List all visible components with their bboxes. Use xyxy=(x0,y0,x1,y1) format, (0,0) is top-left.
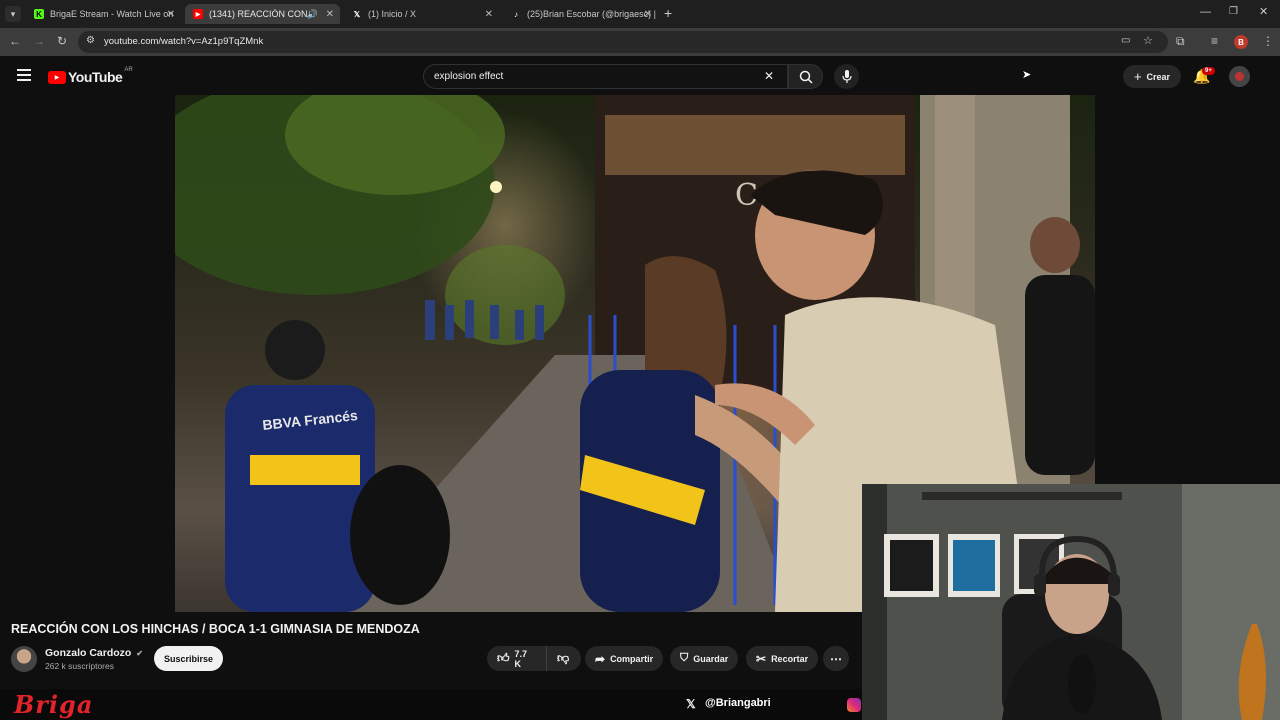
site-info-icon[interactable]: ⚙ xyxy=(86,35,95,46)
url-text: youtube.com/watch?v=Az1p9TqZMnk xyxy=(104,36,264,47)
youtube-logo[interactable]: ▶ YouTube AR xyxy=(48,67,133,85)
clip-label: Recortar xyxy=(771,653,809,664)
streamer-brand-logo: Briga xyxy=(14,690,94,719)
bookmark-icon: ⛉ xyxy=(680,652,689,664)
scissors-icon: ✂ xyxy=(756,651,767,666)
more-icon: ⋯ xyxy=(830,651,842,666)
channel-name-text: Gonzalo Cardozo xyxy=(45,647,132,659)
address-bar[interactable]: ⚙ youtube.com/watch?v=Az1p9TqZMnk ▭ ☆ xyxy=(78,31,1168,53)
thumbs-up-icon: 👍︎ xyxy=(497,651,510,665)
streamer-handle: @Briangabri xyxy=(705,697,771,709)
tiktok-icon: ♪ xyxy=(514,9,518,19)
back-icon[interactable]: ← xyxy=(9,34,21,48)
subscriber-count: 262 k suscriptores xyxy=(45,661,114,671)
create-label: Crear xyxy=(1146,71,1171,82)
close-icon[interactable]: ✕ xyxy=(644,9,652,20)
browser-toolbar: ← → ↻ ⚙ youtube.com/watch?v=Az1p9TqZMnk … xyxy=(0,28,1280,56)
search-query: explosion effect xyxy=(434,71,504,82)
tab-x[interactable]: 𝕏 (1) Inicio / X ✕ xyxy=(344,4,499,24)
account-avatar[interactable] xyxy=(1229,66,1250,87)
save-button[interactable]: ⛉ Guardar xyxy=(670,646,739,671)
tab-title: BrigaE Stream - Watch Live on xyxy=(50,9,174,19)
tab-title: (25)Brian Escobar (@brigaesc) | xyxy=(527,9,657,19)
share-label: Compartir xyxy=(610,653,654,664)
speaker-icon[interactable]: 🔊 xyxy=(307,9,318,20)
subscribe-button[interactable]: Suscribirse xyxy=(154,646,223,671)
kick-icon: K xyxy=(34,9,44,19)
share-icon: ➦ xyxy=(595,651,606,666)
tab-search-button[interactable]: ▾ xyxy=(5,6,21,22)
profile-avatar[interactable]: B xyxy=(1234,35,1248,49)
streamer-webcam xyxy=(862,484,1280,720)
x-icon: 𝕏 xyxy=(353,9,361,19)
search-input[interactable]: explosion effect ✕ xyxy=(423,64,788,89)
extensions-icon[interactable]: ⧉ xyxy=(1176,34,1185,49)
browser-menu-icon[interactable]: ⋮ xyxy=(1262,34,1274,48)
forward-icon[interactable]: → xyxy=(33,34,45,48)
channel-name[interactable]: Gonzalo Cardozo ✔ xyxy=(45,647,143,659)
webcam-illustration xyxy=(862,484,1280,720)
notifications-badge: 9+ xyxy=(1202,67,1215,75)
browser-tab-strip: ▾ K BrigaE Stream - Watch Live on ✕ ▶ (1… xyxy=(0,0,1280,28)
tab-tiktok[interactable]: ♪ (25)Brian Escobar (@brigaesc) | ✕ xyxy=(503,4,658,24)
thumbs-down-icon: 👎︎ xyxy=(557,651,570,665)
instagram-icon xyxy=(847,698,861,712)
maximize-button[interactable]: ❐ xyxy=(1229,6,1238,17)
share-button[interactable]: ➦ Compartir xyxy=(585,646,664,671)
close-window-button[interactable]: ✕ xyxy=(1259,5,1268,18)
tab-youtube[interactable]: ▶ (1341) REACCIÓN CON LOS 🔊 ✕ xyxy=(185,4,340,24)
save-label: Guardar xyxy=(693,653,729,664)
clear-search-icon[interactable]: ✕ xyxy=(764,69,774,83)
x-logo-icon: 𝕏 xyxy=(686,697,696,711)
like-button[interactable]: 👍︎ 7.7 K xyxy=(487,646,546,671)
youtube-icon: ▶ xyxy=(193,9,203,19)
video-title: REACCIÓN CON LOS HINCHAS / BOCA 1-1 GIMN… xyxy=(11,622,420,636)
youtube-header: ▶ YouTube AR explosion effect ✕ ➤ + Crea… xyxy=(0,56,1280,96)
clip-button[interactable]: ✂ Recortar xyxy=(746,646,819,671)
plus-icon: + xyxy=(1133,69,1142,84)
dislike-button[interactable]: 👎︎ xyxy=(546,646,581,671)
minimize-button[interactable]: — xyxy=(1200,6,1211,18)
voice-search-button[interactable] xyxy=(834,64,859,89)
hamburger-menu-icon[interactable] xyxy=(17,69,31,81)
search-button[interactable] xyxy=(788,64,823,89)
bookmark-star-icon[interactable]: ☆ xyxy=(1143,34,1153,47)
create-button[interactable]: + Crear xyxy=(1123,65,1181,88)
reload-icon[interactable]: ↻ xyxy=(57,34,67,48)
more-actions-button[interactable]: ⋯ xyxy=(823,646,849,671)
channel-avatar[interactable] xyxy=(11,646,37,672)
tab-kick[interactable]: K BrigaE Stream - Watch Live on ✕ xyxy=(26,4,181,24)
microphone-icon xyxy=(842,70,852,83)
tab-title: (1) Inicio / X xyxy=(368,9,417,19)
like-count: 7.7 K xyxy=(514,648,528,669)
cast-icon[interactable]: ▭ xyxy=(1121,35,1130,46)
close-icon[interactable]: ✕ xyxy=(167,9,175,20)
youtube-wordmark: YouTube xyxy=(68,69,123,85)
tab-title: (1341) REACCIÓN CON LOS xyxy=(209,9,307,19)
search-icon xyxy=(799,70,813,84)
region-code: AR xyxy=(124,67,133,73)
new-tab-button[interactable]: + xyxy=(664,5,672,21)
mouse-cursor: ➤ xyxy=(1022,69,1032,81)
close-icon[interactable]: ✕ xyxy=(485,9,493,20)
media-controls-icon[interactable]: ≡ xyxy=(1211,34,1218,48)
youtube-play-icon: ▶ xyxy=(48,70,66,84)
close-icon[interactable]: ✕ xyxy=(326,9,334,20)
verified-icon: ✔ xyxy=(136,649,143,658)
